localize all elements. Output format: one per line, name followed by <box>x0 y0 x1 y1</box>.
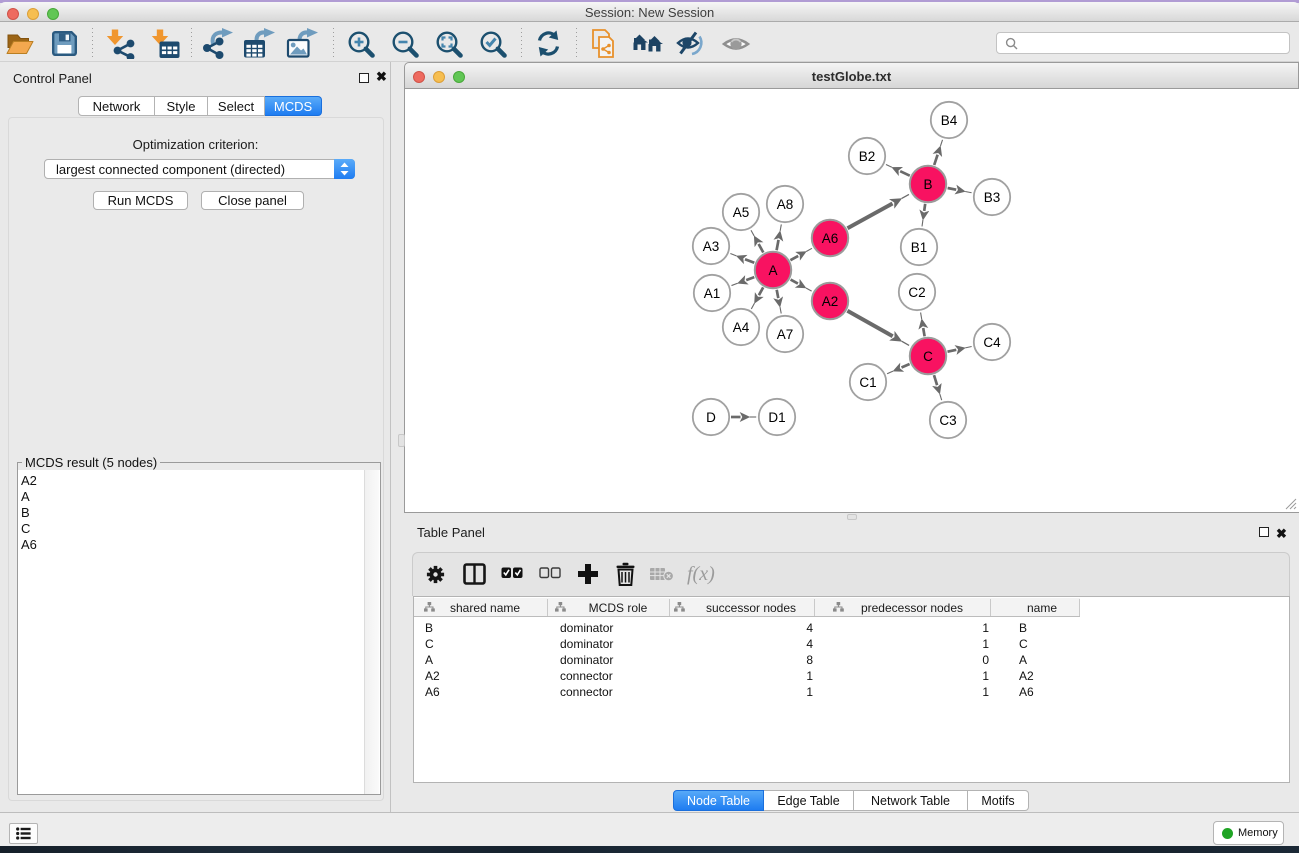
svg-text:B4: B4 <box>941 113 958 128</box>
svg-text:0: 0 <box>982 653 989 667</box>
svg-text:dominator: dominator <box>560 637 613 651</box>
svg-text:C: C <box>1019 637 1028 651</box>
svg-text:shared name: shared name <box>450 601 520 615</box>
svg-text:D: D <box>706 410 716 425</box>
svg-text:B: B <box>425 621 433 635</box>
svg-text:A2: A2 <box>822 294 839 309</box>
svg-text:connector: connector <box>560 669 613 683</box>
svg-text:C3: C3 <box>939 413 956 428</box>
svg-text:1: 1 <box>806 685 813 699</box>
svg-text:dominator: dominator <box>560 621 613 635</box>
svg-text:A: A <box>425 653 433 667</box>
svg-text:A1: A1 <box>704 286 721 301</box>
svg-text:C: C <box>923 349 933 364</box>
svg-text:1: 1 <box>982 669 989 683</box>
svg-text:dominator: dominator <box>560 653 613 667</box>
svg-text:connector: connector <box>560 685 613 699</box>
svg-text:B: B <box>1019 621 1027 635</box>
svg-text:A6: A6 <box>1019 685 1034 699</box>
svg-text:C4: C4 <box>983 335 1001 350</box>
svg-text:1: 1 <box>982 685 989 699</box>
svg-text:A6: A6 <box>425 685 440 699</box>
svg-text:4: 4 <box>806 621 813 635</box>
svg-text:A: A <box>768 263 777 278</box>
svg-text:8: 8 <box>806 653 813 667</box>
svg-text:A4: A4 <box>733 320 750 335</box>
svg-text:A7: A7 <box>777 327 794 342</box>
svg-text:A8: A8 <box>777 197 794 212</box>
svg-text:B3: B3 <box>984 190 1001 205</box>
svg-text:1: 1 <box>806 669 813 683</box>
svg-text:A6: A6 <box>822 231 839 246</box>
svg-text:D1: D1 <box>768 410 785 425</box>
svg-text:C: C <box>425 637 434 651</box>
svg-text:B1: B1 <box>911 240 928 255</box>
svg-text:A3: A3 <box>703 239 720 254</box>
svg-text:C2: C2 <box>908 285 925 300</box>
svg-text:A: A <box>1019 653 1027 667</box>
svg-text:A2: A2 <box>1019 669 1034 683</box>
svg-text:1: 1 <box>982 637 989 651</box>
svg-text:MCDS role: MCDS role <box>589 601 648 615</box>
svg-text:B: B <box>923 177 932 192</box>
svg-text:A2: A2 <box>425 669 440 683</box>
svg-text:4: 4 <box>806 637 813 651</box>
svg-text:B2: B2 <box>859 149 876 164</box>
svg-text:name: name <box>1027 601 1057 615</box>
svg-text:successor nodes: successor nodes <box>706 601 796 615</box>
svg-text:C1: C1 <box>859 375 876 390</box>
svg-text:predecessor nodes: predecessor nodes <box>861 601 963 615</box>
svg-text:A5: A5 <box>733 205 750 220</box>
svg-text:1: 1 <box>982 621 989 635</box>
